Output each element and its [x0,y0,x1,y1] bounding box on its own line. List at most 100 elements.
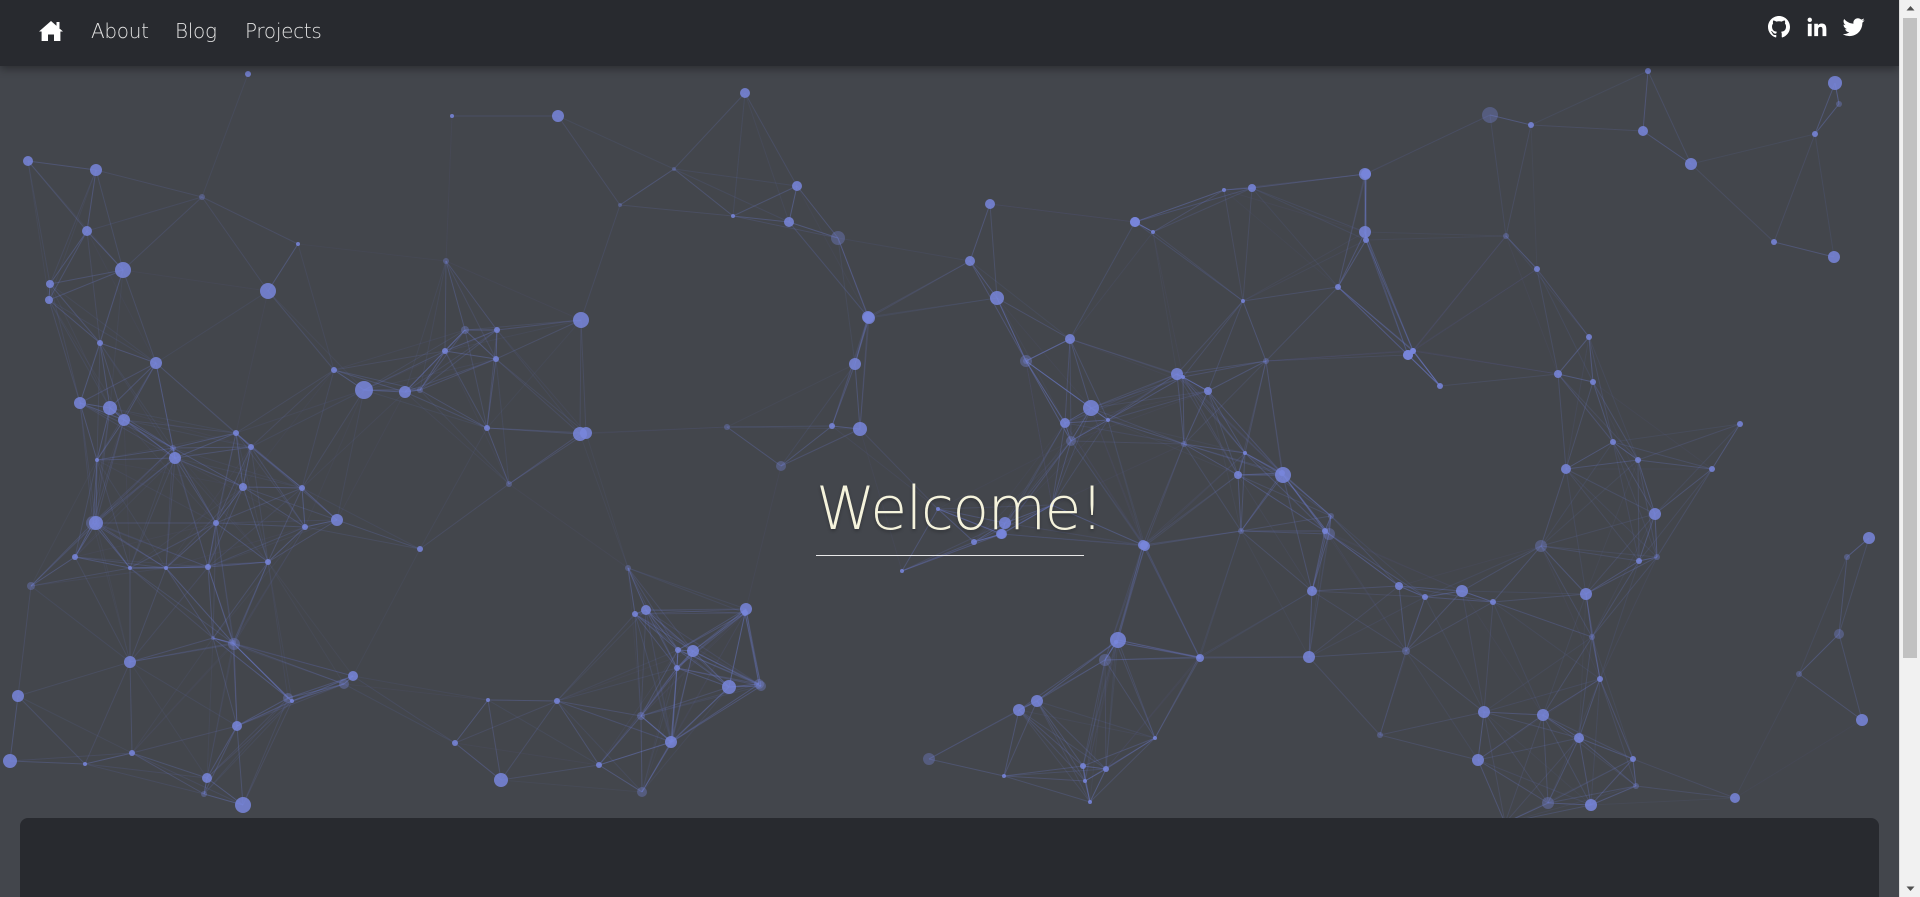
network-link [1542,714,1580,739]
network-node [1528,122,1534,128]
network-node [494,327,500,333]
nav-link-projects[interactable]: Projects [245,18,322,44]
network-link [215,522,306,528]
network-node [150,357,162,369]
network-link [867,260,971,318]
content-card [20,818,1879,897]
network-node [1066,436,1076,446]
github-icon[interactable] [1768,16,1790,38]
scrollbar-thumb[interactable] [1903,18,1917,658]
network-node [853,422,867,436]
network-link [215,522,234,644]
network-node [23,156,33,166]
home-icon[interactable] [38,19,64,43]
network-node [672,167,676,171]
network-link [236,725,244,806]
network-link [1242,231,1366,302]
network-node [1638,126,1648,136]
linkedin-icon[interactable] [1806,16,1828,38]
network-node [1410,348,1416,354]
network-node [265,559,271,565]
network-link [1311,585,1400,592]
network-node [1828,76,1842,90]
network-link [1251,187,1366,233]
network-node [213,520,219,526]
network-node [1279,470,1285,476]
network-node [1654,554,1660,560]
network-link [500,779,643,793]
network-node [1243,451,1247,455]
network-link [1405,650,1485,713]
network-link [444,319,582,352]
network-link [744,92,798,187]
scroll-up-arrow-icon[interactable] [1900,0,1920,17]
network-link [1642,70,1649,132]
network-link [1107,419,1185,445]
network-node [1828,251,1840,263]
network-link [1540,459,1639,547]
network-node [3,754,17,768]
network-link [1240,530,1313,592]
network-link [267,290,335,371]
network-link [122,269,157,364]
network-link [1477,711,1485,761]
network-link [1814,133,1835,258]
network-link [1637,423,1741,461]
vertical-scrollbar[interactable] [1899,0,1920,897]
network-link [1690,133,1816,165]
network-link [445,260,498,331]
network-node [618,203,622,207]
network-link [1773,241,1835,258]
network-node [1478,706,1490,718]
network-node [1422,594,1428,600]
network-node [1181,441,1187,447]
network-link [1530,124,1538,270]
network-node [1574,733,1584,743]
nav-link-about[interactable]: About [91,18,149,44]
network-node [1322,528,1328,534]
network-node [417,387,423,393]
network-node [1110,632,1126,648]
network-link [17,695,86,765]
network-link [343,683,489,701]
network-link [1505,235,1559,375]
network-link [1542,714,1549,804]
network-node [641,605,651,615]
network-node [1130,217,1140,227]
network-node [95,458,99,462]
network-link [486,358,497,429]
network-link [201,196,269,292]
network-link [9,695,19,762]
network-link [454,742,600,766]
network-link [1069,221,1136,340]
network-link [496,329,587,434]
network-link [627,567,747,610]
network-node [1395,582,1403,590]
network-link [556,700,673,743]
network-link [1244,360,1267,454]
network-link [1152,231,1178,375]
network-node [1812,131,1818,137]
network-node [1561,464,1571,474]
network-link [1424,596,1485,713]
network-link [580,204,621,321]
network-link [1223,189,1244,302]
network-link [556,613,636,702]
network-node [45,296,53,304]
network-node [170,445,176,451]
network-link [1565,468,1640,562]
network-node [248,444,254,450]
network-link [1540,513,1656,547]
network-link [235,290,269,434]
nav-link-blog[interactable]: Blog [175,18,217,44]
network-link [1242,300,1267,362]
network-node [12,690,24,702]
network-link [419,389,510,485]
network-link [745,608,760,685]
twitter-icon[interactable] [1842,16,1865,38]
network-link [928,758,1005,777]
network-link [129,661,208,779]
scroll-down-arrow-icon[interactable] [1900,880,1920,897]
network-link [17,661,131,697]
particle-network-background [3,68,1875,826]
